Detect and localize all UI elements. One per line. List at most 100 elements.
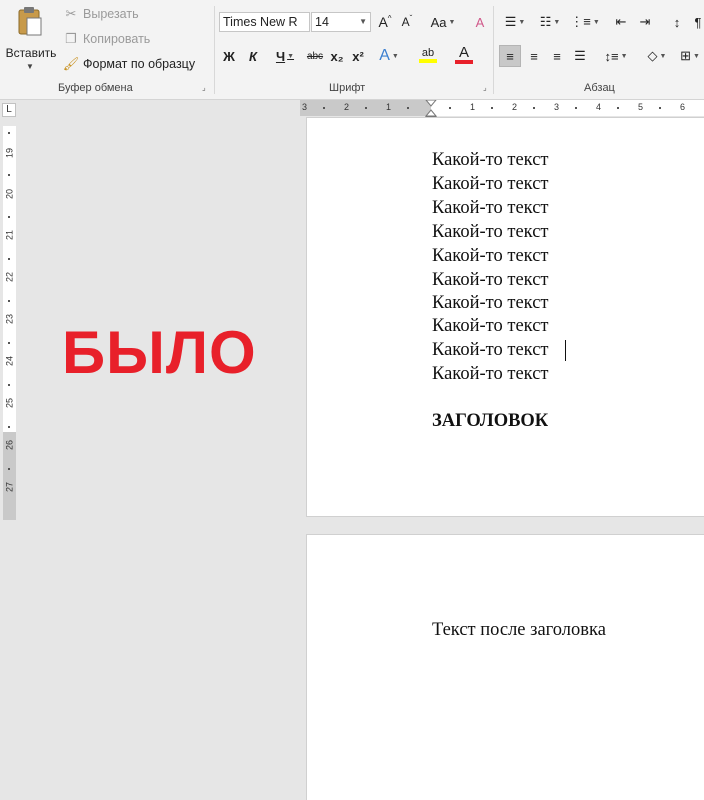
pilcrow-icon: ¶ xyxy=(694,14,702,30)
ruler-number: 20 xyxy=(4,189,15,200)
body-text-line[interactable]: Какой-то текст xyxy=(432,316,549,337)
shrink-font-icon: A xyxy=(401,15,410,29)
font-color-button[interactable]: A xyxy=(448,44,480,66)
format-painter-button[interactable]: 🖌 Формат по образцу xyxy=(62,54,195,74)
body-text-line[interactable]: Какой-то текст xyxy=(432,150,549,171)
ruler-number: 27 xyxy=(4,482,15,493)
body-text-line[interactable]: Какой-то текст xyxy=(432,364,549,385)
font-launcher-icon[interactable]: ⌟ xyxy=(483,84,491,92)
ribbon: Вставить ▼ ✂ Вырезать ❐ Копировать 🖌 Фор… xyxy=(0,0,704,100)
ruler-tick xyxy=(533,107,535,109)
body-text-line[interactable]: Какой-то текст xyxy=(432,222,549,243)
numbering-button[interactable]: ☷ ▼ xyxy=(534,11,566,33)
body-text-line[interactable]: Какой-то текст xyxy=(432,246,549,267)
ruler-tick xyxy=(8,426,10,428)
horizontal-ruler[interactable]: 3 2 1 1 2 3 4 5 6 xyxy=(300,100,704,125)
body-text-line[interactable]: Какой-то текст xyxy=(432,270,549,291)
document-heading[interactable]: ЗАГОЛОВОК xyxy=(432,411,548,432)
vertical-ruler[interactable]: 19 20 21 22 23 24 25 26 27 xyxy=(3,126,16,520)
grow-font-icon: A xyxy=(378,14,388,30)
clear-formatting-button[interactable]: A xyxy=(470,11,490,33)
ruler-number: 3 xyxy=(302,102,308,112)
group-divider xyxy=(214,6,215,94)
font-name-value: Times New R xyxy=(223,15,298,29)
italic-button[interactable]: К xyxy=(243,45,263,67)
multilevel-list-icon: ⋮≡ xyxy=(570,14,591,29)
align-right-icon: ≡ xyxy=(553,48,561,64)
ruler-number: 26 xyxy=(4,440,15,451)
ruler-tick xyxy=(491,107,493,109)
align-right-button[interactable]: ≡ xyxy=(546,45,568,67)
subscript-button[interactable]: x₂ xyxy=(328,45,346,67)
font-group-label: Шрифт xyxy=(329,82,366,94)
ruler-number: 25 xyxy=(4,398,15,409)
justify-button[interactable]: ☰ xyxy=(569,45,591,67)
borders-button[interactable]: ⊞ ▼ xyxy=(676,45,704,67)
ruler-number: 1 xyxy=(470,102,476,112)
body-text-line[interactable]: Какой-то текст xyxy=(432,293,549,314)
clipboard-launcher-icon[interactable]: ⌟ xyxy=(202,84,210,92)
ruler-number: 3 xyxy=(554,102,560,112)
cut-button[interactable]: ✂ Вырезать xyxy=(62,4,139,24)
bold-icon: Ж xyxy=(223,48,235,64)
sort-button[interactable]: ↕ xyxy=(666,11,688,33)
shrink-font-button[interactable]: Aˇ xyxy=(398,11,416,33)
line-spacing-button[interactable]: ↕≡ ▼ xyxy=(600,45,632,67)
document-page[interactable]: Текст после заголовка xyxy=(307,535,704,800)
scissors-icon: ✂ xyxy=(65,6,77,21)
font-color-icon: A xyxy=(455,44,473,64)
change-case-icon: Aa xyxy=(430,14,447,30)
font-color-label: A xyxy=(458,44,469,61)
ruler-tick xyxy=(575,107,577,109)
strikethrough-icon: abc xyxy=(306,50,324,62)
change-case-button[interactable]: Aa ▼ xyxy=(426,11,460,33)
multilevel-list-button[interactable]: ⋮≡ ▼ xyxy=(569,11,601,33)
bold-button[interactable]: Ж xyxy=(219,45,239,67)
superscript-button[interactable]: x² xyxy=(349,45,367,67)
grow-font-button[interactable]: A ^ xyxy=(376,11,394,33)
shading-button[interactable]: ◇ ▼ xyxy=(641,45,673,67)
ruler-tick xyxy=(8,216,10,218)
body-text-line[interactable]: Какой-то текст xyxy=(432,340,549,361)
chevron-down-icon[interactable]: ▼ xyxy=(359,13,367,31)
increase-indent-icon: ⇥ xyxy=(639,14,651,29)
bullet-list-icon: ☰ xyxy=(504,14,517,29)
copy-button[interactable]: ❐ Копировать xyxy=(62,29,150,49)
align-left-button[interactable]: ≡ xyxy=(499,45,521,67)
text-effects-button[interactable]: A ▼ xyxy=(372,45,406,67)
body-text-line[interactable]: Какой-то текст xyxy=(432,198,549,219)
ruler-tick xyxy=(449,107,451,109)
ruler-number: 5 xyxy=(638,102,644,112)
bullets-button[interactable]: ☰ ▼ xyxy=(499,11,531,33)
ruler-tick xyxy=(8,300,10,302)
align-center-button[interactable]: ≡ xyxy=(523,45,545,67)
ruler-number: 6 xyxy=(680,102,686,112)
ruler-tick xyxy=(617,107,619,109)
align-center-icon: ≡ xyxy=(530,48,538,64)
subscript-icon: x₂ xyxy=(330,48,344,64)
decrease-indent-icon: ⇤ xyxy=(615,14,627,29)
body-text-line[interactable]: Какой-то текст xyxy=(432,174,549,195)
line-spacing-icon: ↕≡ xyxy=(604,48,619,64)
ruler-tick xyxy=(365,107,367,109)
font-name-combo[interactable]: Times New R xyxy=(219,12,310,32)
superscript-icon: x² xyxy=(352,48,364,64)
justify-icon: ☰ xyxy=(574,48,586,63)
text-effects-icon: A xyxy=(379,47,390,64)
show-marks-button[interactable]: ¶ xyxy=(692,11,704,33)
tab-selector-button[interactable]: L xyxy=(2,103,16,117)
document-page[interactable]: Какой-то текст Какой-то текст Какой-то т… xyxy=(307,118,704,516)
ruler-number: 21 xyxy=(4,230,15,241)
ruler-number: 24 xyxy=(4,356,15,367)
highlight-button[interactable]: ab xyxy=(410,44,446,66)
chevron-down-icon[interactable]: ▼ xyxy=(26,62,34,71)
ruler-number: 2 xyxy=(512,102,518,112)
body-text-line[interactable]: Текст после заголовка xyxy=(432,620,606,641)
decrease-indent-button[interactable]: ⇤ xyxy=(610,11,632,33)
underline-button[interactable]: Ч ▼ xyxy=(268,45,302,67)
increase-indent-button[interactable]: ⇥ xyxy=(634,11,656,33)
paste-button[interactable]: Вставить ▼ xyxy=(2,4,58,76)
strikethrough-button[interactable]: abc xyxy=(304,45,326,67)
font-size-combo[interactable]: 14 ▼ xyxy=(311,12,371,32)
clipboard-icon xyxy=(18,7,42,36)
